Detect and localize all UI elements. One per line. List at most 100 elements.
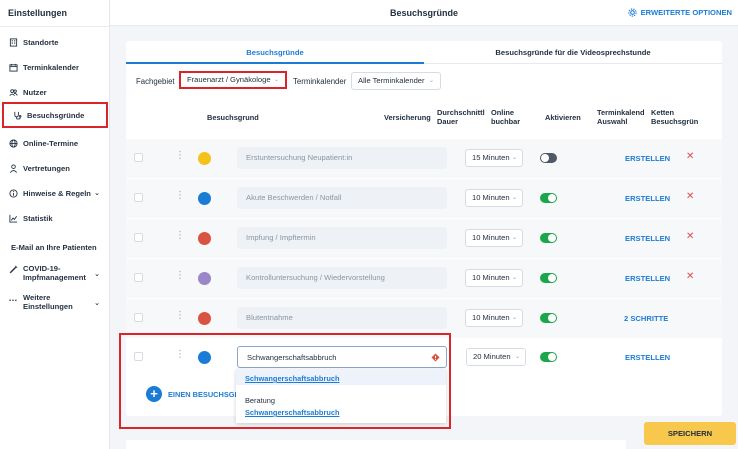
- activate-toggle[interactable]: [540, 193, 557, 203]
- sidebar-item-besuchsgruende[interactable]: Besuchsgründe: [2, 102, 108, 128]
- save-button[interactable]: SPEICHERN: [644, 422, 736, 445]
- duration-select[interactable]: 20 Minuten ⌄: [466, 348, 526, 366]
- globe-icon: [8, 138, 18, 148]
- chevron-down-icon: ⌄: [511, 195, 517, 201]
- toggle-knob: [541, 154, 549, 162]
- color-dot[interactable]: [198, 152, 211, 165]
- row-checkbox[interactable]: [134, 233, 143, 242]
- bottom-panel: [126, 440, 626, 449]
- color-dot[interactable]: [198, 272, 211, 285]
- reason-name-field[interactable]: Erstuntersuchung Neupatient:in: [237, 147, 447, 169]
- highlight-box: [119, 333, 451, 429]
- chevron-down-icon: ⌄: [511, 235, 517, 241]
- building-icon: [8, 37, 18, 47]
- chevron-down-icon: ⌄: [94, 190, 100, 197]
- sidebar-item-label: Terminkalender: [23, 62, 79, 72]
- chain-create-link[interactable]: ERSTELLEN: [625, 194, 670, 203]
- drag-handle-icon[interactable]: ⋮: [175, 271, 185, 281]
- activate-toggle[interactable]: [540, 313, 557, 323]
- duration-select[interactable]: 10 Minuten ⌄: [465, 309, 523, 327]
- chain-create-link[interactable]: ERSTELLEN: [625, 274, 670, 283]
- reason-name-field[interactable]: Impfung / Impftermin: [237, 227, 447, 249]
- stethoscope-icon: [12, 110, 22, 120]
- col-header-online: Online buchbar: [491, 108, 521, 126]
- reason-name-field[interactable]: Akute Beschwerden / Notfall: [237, 187, 447, 209]
- sidebar-item-terminkalender[interactable]: Terminkalender: [0, 54, 110, 80]
- calendar-icon: [8, 62, 18, 72]
- chain-create-link[interactable]: ERSTELLEN: [625, 154, 670, 163]
- delete-icon[interactable]: ✕: [686, 231, 694, 242]
- sidebar-item-email-patienten[interactable]: E-Mail an Ihre Patienten: [0, 234, 110, 260]
- delete-icon[interactable]: ✕: [686, 271, 694, 282]
- drag-handle-icon[interactable]: ⋮: [175, 231, 185, 241]
- terminkalender-select[interactable]: Alle Terminkalender ⌄: [351, 72, 441, 90]
- toggle-knob: [548, 353, 556, 361]
- activate-toggle[interactable]: [540, 352, 557, 362]
- col-header-duration: Durchschnittl Dauer: [437, 108, 485, 126]
- color-dot[interactable]: [198, 192, 211, 205]
- chain-create-link[interactable]: ERSTELLEN: [625, 353, 670, 362]
- tab-bar: Besuchsgründe Besuchsgründe für die Vide…: [126, 41, 722, 64]
- row-checkbox[interactable]: [134, 193, 143, 202]
- col-header-activate: Aktivieren: [545, 113, 581, 122]
- sidebar-item-label: Statistik: [23, 213, 53, 223]
- person-icon: [8, 163, 18, 173]
- row-checkbox[interactable]: [134, 313, 143, 322]
- toggle-knob: [548, 194, 556, 202]
- sidebar-item-standorte[interactable]: Standorte: [0, 29, 110, 55]
- chevron-down-icon: ⌄: [428, 78, 434, 84]
- duration-select[interactable]: 15 Minuten ⌄: [465, 149, 523, 167]
- chain-steps-link[interactable]: 2 SCHRITTE: [624, 314, 668, 323]
- drag-handle-icon[interactable]: ⋮: [175, 191, 185, 201]
- activate-toggle[interactable]: [540, 273, 557, 283]
- chevron-down-icon: ⌄: [273, 77, 279, 83]
- sidebar-item-statistik[interactable]: Statistik: [0, 205, 110, 231]
- drag-handle-icon[interactable]: ⋮: [175, 151, 185, 161]
- tab-video-besuchsgruende[interactable]: Besuchsgründe für die Videosprechstunde: [424, 41, 722, 64]
- sidebar-item-label: E-Mail an Ihre Patienten: [11, 242, 97, 252]
- delete-icon[interactable]: ✕: [686, 151, 694, 162]
- sidebar-item-label: Online-Termine: [23, 138, 79, 148]
- chevron-down-icon: ⌄: [511, 275, 517, 281]
- sidebar-item-label: Standorte: [23, 37, 59, 47]
- sidebar-item-weitere[interactable]: … Weitere Einstellungen ⌄: [0, 293, 110, 319]
- terminkalender-label: Terminkalender: [293, 77, 347, 86]
- chevron-down-icon: ⌄: [511, 315, 517, 321]
- chevron-down-icon: ⌄: [514, 354, 520, 360]
- sidebar-item-covid[interactable]: COVID-19- Impfmanagement ⌄: [0, 264, 110, 290]
- sidebar-item-label: COVID-19- Impfmanagement: [23, 264, 86, 282]
- top-bar: Besuchsgründe ERWEITERTE OPTIONEN: [110, 0, 738, 26]
- sidebar-item-hinweise-regeln[interactable]: Hinweise & Regeln ⌄: [0, 180, 110, 206]
- fachgebiet-select[interactable]: Frauenarzt / Gynäkologe ⌄: [179, 71, 287, 89]
- fachgebiet-label: Fachgebiet: [136, 77, 175, 86]
- activate-toggle[interactable]: [540, 153, 557, 163]
- table-row: ⋮ Erstuntersuchung Neupatient:in 15 Minu…: [126, 139, 722, 178]
- drag-handle-icon[interactable]: ⋮: [175, 311, 185, 321]
- row-checkbox[interactable]: [134, 153, 143, 162]
- syringe-icon: [8, 264, 18, 274]
- duration-select[interactable]: 10 Minuten ⌄: [465, 229, 523, 247]
- col-header-calendar: Terminkalend Auswahl: [597, 108, 645, 126]
- sidebar-item-online-termine[interactable]: Online-Termine: [0, 130, 110, 156]
- sidebar-item-label: Vertretungen: [23, 163, 70, 173]
- col-header-insurance: Versicherung: [384, 113, 431, 122]
- row-checkbox[interactable]: [134, 273, 143, 282]
- toggle-knob: [548, 314, 556, 322]
- tab-besuchsgruende[interactable]: Besuchsgründe: [126, 41, 424, 64]
- color-dot[interactable]: [198, 312, 211, 325]
- gear-icon: [627, 8, 637, 17]
- reason-name-field[interactable]: Kontrolluntersuchung / Wiedervorstellung: [237, 267, 447, 289]
- color-dot[interactable]: [198, 232, 211, 245]
- delete-icon[interactable]: ✕: [686, 191, 694, 202]
- table-row: ⋮ Kontrolluntersuchung / Wiedervorstellu…: [126, 259, 722, 298]
- chevron-down-icon: ⌄: [94, 300, 100, 307]
- chain-create-link[interactable]: ERSTELLEN: [625, 234, 670, 243]
- duration-select[interactable]: 10 Minuten ⌄: [465, 269, 523, 287]
- info-icon: [8, 188, 18, 198]
- duration-select[interactable]: 10 Minuten ⌄: [465, 189, 523, 207]
- activate-toggle[interactable]: [540, 233, 557, 243]
- reason-name-field[interactable]: Blutentnahme: [237, 307, 447, 329]
- sidebar-divider: [0, 26, 110, 27]
- advanced-options-link[interactable]: ERWEITERTE OPTIONEN: [627, 8, 732, 17]
- sidebar-item-vertretungen[interactable]: Vertretungen: [0, 155, 110, 181]
